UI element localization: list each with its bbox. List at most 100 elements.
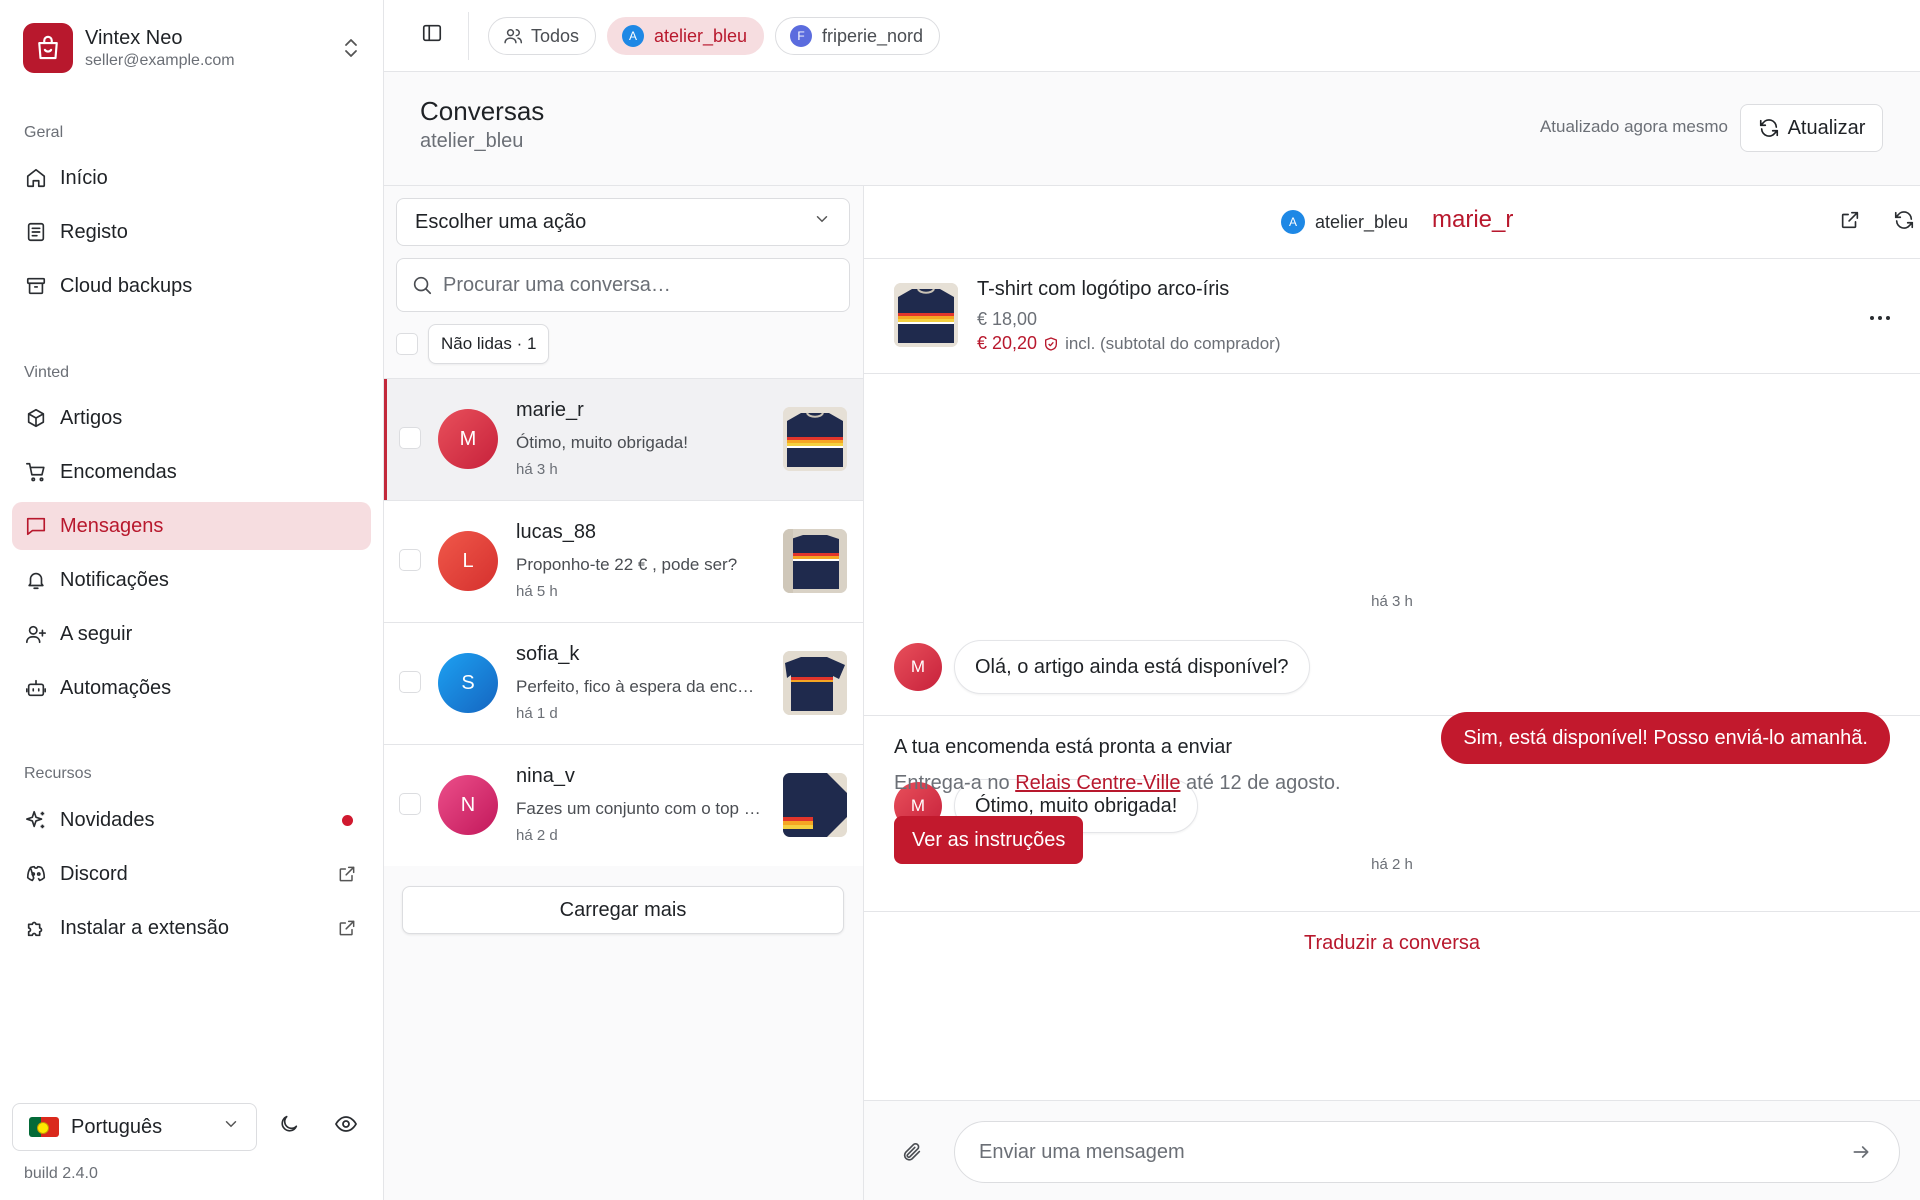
item-title: T-shirt com logótipo arco-íris [977, 278, 1230, 300]
sidebar-item-registo[interactable]: Registo [12, 208, 371, 256]
conversation-item[interactable]: M marie_r Ótimo, muito obrigada! há 3 h [384, 378, 863, 500]
pickup-point-link[interactable]: Relais Centre-Ville [1015, 772, 1180, 794]
account-tab-friperie-nord[interactable]: F friperie_nord [775, 17, 941, 55]
search-input[interactable] [443, 273, 835, 297]
conversation-checkbox[interactable] [399, 793, 421, 815]
sidebar-item-label: Automações [60, 676, 172, 699]
sidebar-item-label: Encomendas [60, 460, 177, 483]
account-avatar: A [1281, 210, 1305, 234]
conversation-search [396, 258, 850, 312]
incoming-message: M Olá, o artigo ainda está disponível? [894, 640, 1310, 694]
search-icon [411, 274, 433, 296]
sidebar-item-label: Instalar a extensão [60, 916, 229, 939]
translate-conversation-button[interactable]: Traduzir a conversa [864, 906, 1920, 981]
account-switcher[interactable]: Vintex Neo seller@example.com [23, 22, 363, 74]
app-root: Vintex Neo seller@example.com Geral Iníc… [0, 0, 1920, 1200]
message-composer [864, 1100, 1920, 1200]
tab-label: friperie_nord [822, 25, 924, 46]
item-total-price: € 20,20 [977, 333, 1038, 353]
conversation-item[interactable]: S sofia_k Perfeito, fico à espera da enc… [384, 622, 863, 744]
attach-button[interactable] [894, 1137, 930, 1173]
conversation-item[interactable]: N nina_v Fazes um conjunto com o top azu… [384, 744, 863, 866]
home-icon [24, 166, 48, 190]
refresh-button[interactable]: Atualizar [1740, 104, 1883, 152]
external-link-icon [335, 862, 359, 886]
conversation-list-pane: Escolher uma ação Não lidas · 1 M marie_… [384, 186, 864, 1200]
conversation-name: marie_r [516, 399, 584, 421]
view-instructions-button[interactable]: Ver as instruções [894, 816, 1084, 864]
item-thumbnail[interactable] [894, 283, 958, 347]
refresh-label: Atualizar [1787, 116, 1866, 139]
sidebar-item-a-seguir[interactable]: A seguir [12, 610, 371, 658]
sidebar-item-label: Início [60, 166, 108, 189]
portugal-flag-icon [29, 1117, 59, 1137]
send-arrow-icon[interactable] [1847, 1138, 1875, 1166]
external-link-icon [1839, 209, 1861, 237]
dark-mode-toggle[interactable] [269, 1107, 309, 1147]
page-subtitle: atelier_bleu [420, 130, 524, 152]
item-summary: T-shirt com logótipo arco-íris € 18,00 €… [864, 259, 1920, 374]
package-icon [24, 406, 48, 430]
sidebar-item-discord[interactable]: Discord [12, 850, 371, 898]
sidebar-item-encomendas[interactable]: Encomendas [12, 448, 371, 496]
paperclip-icon [901, 1141, 923, 1169]
refresh-chat-button[interactable] [1884, 203, 1920, 243]
item-total-note: incl. (subtotal do comprador) [1065, 333, 1281, 353]
item-price: € 18,00 [977, 309, 1038, 329]
chevron-down-icon [222, 1115, 240, 1139]
sidebar-item-artigos[interactable]: Artigos [12, 394, 371, 442]
divider [468, 12, 469, 60]
log-list-icon [24, 220, 48, 244]
item-thumbnail [783, 773, 847, 837]
bell-icon [24, 568, 48, 592]
conversation-checkbox[interactable] [399, 427, 421, 449]
shield-check-icon [1043, 336, 1059, 352]
chevron-up-down-icon [339, 36, 363, 60]
bulk-action-select[interactable]: Escolher uma ação [396, 198, 850, 246]
message-input[interactable] [979, 1140, 1847, 1164]
users-icon [503, 26, 523, 46]
chat-header: A atelier_bleu marie_r [864, 186, 1920, 259]
language-select[interactable]: Português [12, 1103, 257, 1151]
sidebar-item-instalar-extensao[interactable]: Instalar a extensão [12, 904, 371, 952]
section-title-recursos: Recursos [24, 765, 92, 782]
item-thumbnail [783, 407, 847, 471]
chat-account-name: atelier_bleu [1315, 211, 1409, 232]
chat-partner-name[interactable]: marie_r [1432, 206, 1513, 234]
notice-text: Entrega-a no Relais Centre-Ville até 12 … [894, 772, 1341, 795]
conversation-checkbox[interactable] [399, 671, 421, 693]
more-options-button[interactable] [1860, 294, 1900, 334]
build-version: build 2.4.0 [24, 1165, 98, 1182]
sidebar-item-label: Registo [60, 220, 128, 243]
sidebar-item-label: A seguir [60, 622, 133, 645]
select-all-checkbox[interactable] [396, 333, 418, 355]
sparkles-icon [24, 808, 48, 832]
sidebar-item-inicio[interactable]: Início [12, 154, 371, 202]
account-tab-todos[interactable]: Todos [488, 17, 597, 55]
load-more-button[interactable]: Carregar mais [402, 886, 844, 934]
sidebar-item-mensagens[interactable]: Mensagens [12, 502, 371, 550]
avatar: S [438, 653, 498, 713]
conversation-checkbox[interactable] [399, 549, 421, 571]
sidebar-item-automacoes[interactable]: Automações [12, 664, 371, 712]
language-label: Português [71, 1115, 163, 1138]
sidebar-item-notificacoes[interactable]: Notificações [12, 556, 371, 604]
sidebar-item-cloud-backups[interactable]: Cloud backups [12, 262, 371, 310]
sidebar-item-label: Novidades [60, 808, 155, 831]
section-title-geral: Geral [24, 124, 64, 141]
account-tab-atelier-bleu[interactable]: A atelier_bleu [607, 17, 765, 55]
conversation-preview: Ótimo, muito obrigada! [516, 433, 688, 452]
conversation-item[interactable]: L lucas_88 Proponho-te 22 € , pode ser? … [384, 500, 863, 622]
section-title-vinted: Vinted [24, 364, 70, 381]
last-updated-text: Atualizado agora mesmo [1539, 117, 1728, 136]
sidebar-item-label: Cloud backups [60, 274, 193, 297]
eye-icon [334, 1112, 358, 1142]
unread-filter-chip[interactable]: Não lidas · 1 [428, 324, 550, 364]
visibility-toggle[interactable] [326, 1107, 366, 1147]
account-avatar: A [622, 25, 644, 47]
open-external-button[interactable] [1830, 203, 1870, 243]
brand-name: Vintex Neo [85, 26, 183, 49]
sidebar-item-novidades[interactable]: Novidades [12, 796, 371, 844]
sidebar-toggle-button[interactable] [412, 16, 452, 56]
more-horizontal-icon [1869, 300, 1891, 328]
